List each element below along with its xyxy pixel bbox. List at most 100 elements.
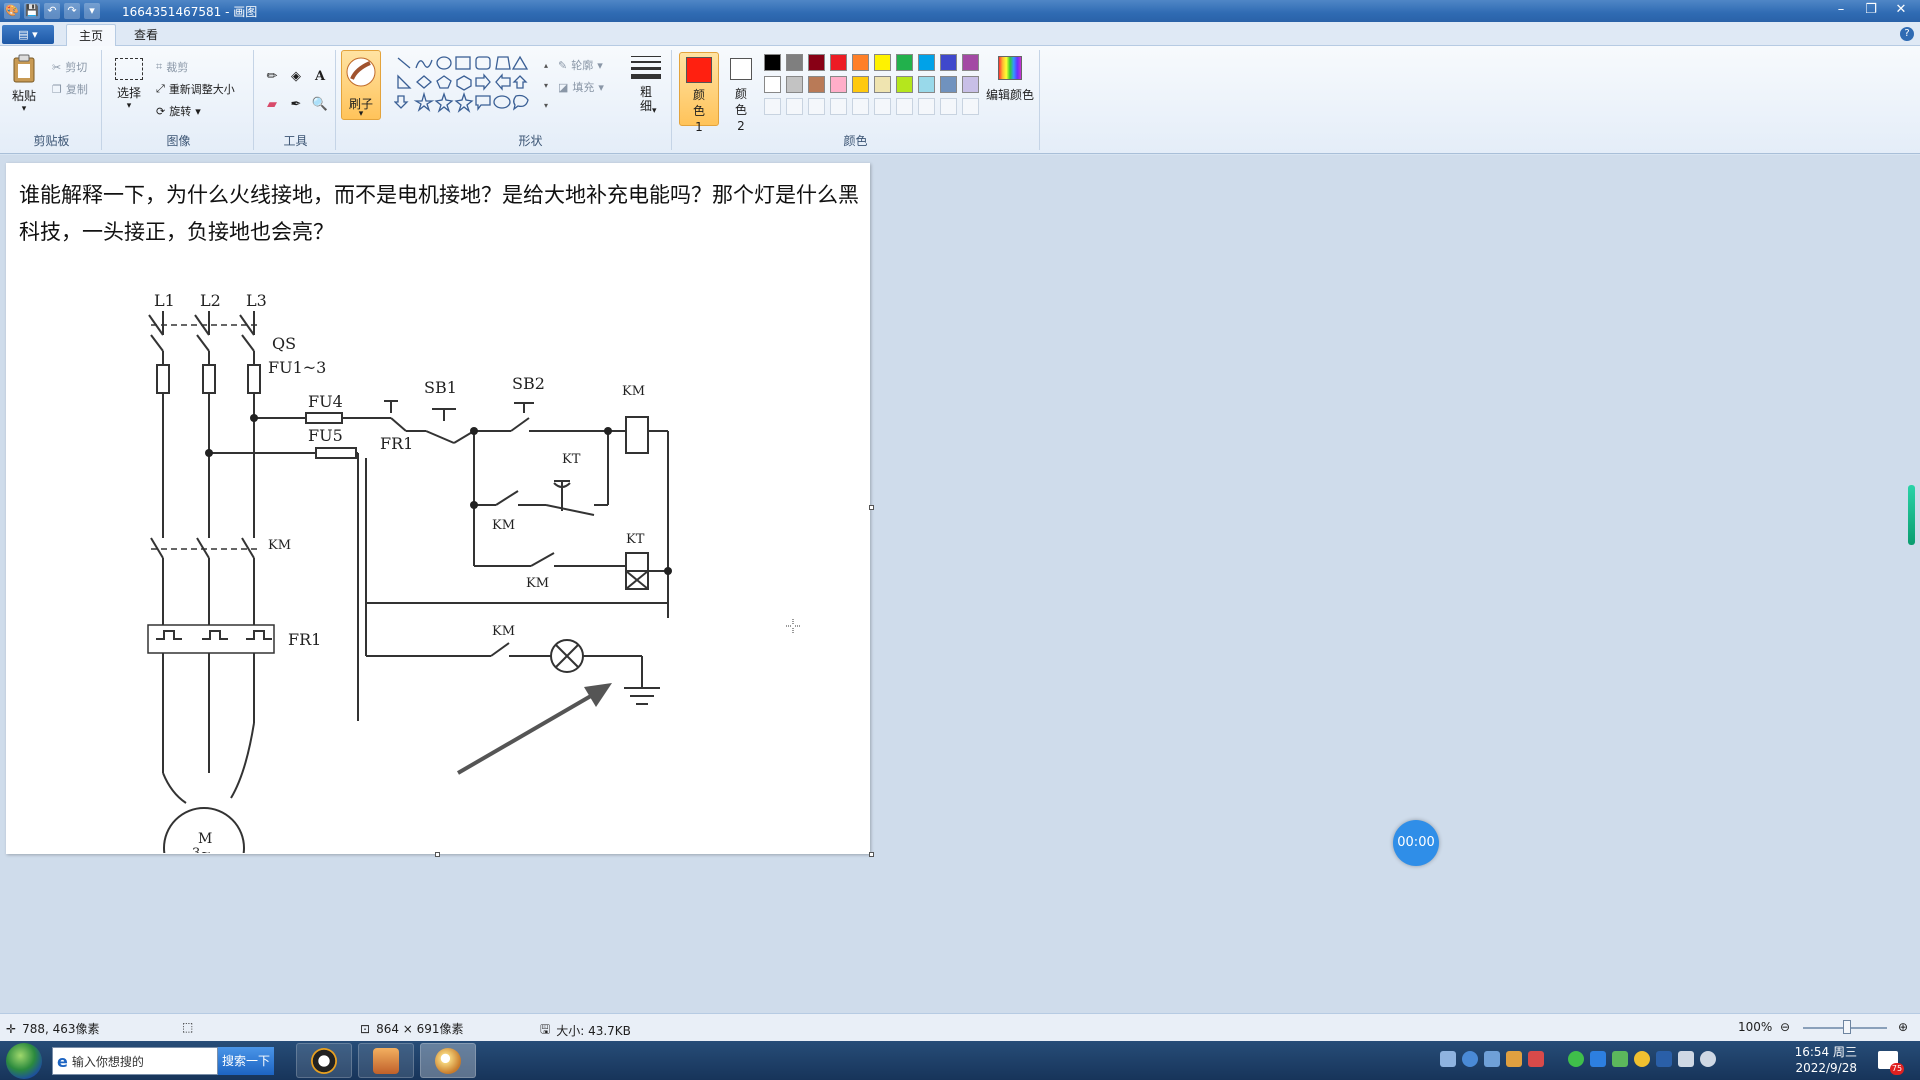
color2-button[interactable]: 颜色 2 xyxy=(723,52,759,133)
palette-swatch[interactable] xyxy=(852,98,869,115)
antivirus-icon[interactable] xyxy=(1656,1051,1672,1067)
tab-home[interactable]: 主页 xyxy=(66,24,117,46)
paste-button[interactable]: 粘贴 ▾ xyxy=(8,54,40,124)
shapes-gallery[interactable]: ▴ ▾ ▾ xyxy=(394,54,554,118)
palette-swatch[interactable] xyxy=(786,76,803,93)
text-tool-icon[interactable]: A xyxy=(310,66,330,86)
app-menu-button[interactable]: ▤ ▾ xyxy=(2,25,54,44)
palette-swatch[interactable] xyxy=(874,76,891,93)
palette-swatch[interactable] xyxy=(830,98,847,115)
recording-timer[interactable]: 00:00 xyxy=(1393,820,1439,866)
shapes-group-label: 形状 xyxy=(518,134,543,148)
brush-button[interactable]: 刷子 ▾ xyxy=(341,50,381,120)
palette-swatch[interactable] xyxy=(874,54,891,71)
rotate-button[interactable]: ⟳ 旋转 ▾ xyxy=(156,102,201,120)
palette-swatch[interactable] xyxy=(896,98,913,115)
palette-swatch[interactable] xyxy=(918,54,935,71)
resize-handle-bottom[interactable] xyxy=(435,852,440,857)
taskbar-app-qq[interactable] xyxy=(296,1043,352,1078)
display-icon[interactable] xyxy=(1678,1051,1694,1067)
minimize-button[interactable]: – xyxy=(1826,1,1856,19)
wechat-icon[interactable] xyxy=(1568,1051,1584,1067)
taskbar-app-game[interactable] xyxy=(358,1043,414,1078)
edit-colors-button[interactable]: 编辑颜色 xyxy=(982,56,1038,103)
palette-swatch[interactable] xyxy=(962,76,979,93)
outline-button[interactable]: ✎ 轮廓 ▾ xyxy=(558,56,603,74)
zoom-slider-thumb[interactable] xyxy=(1843,1020,1851,1034)
customize-chevron-icon[interactable]: ▾ xyxy=(84,3,100,19)
zoom-in-button[interactable]: ⊕ xyxy=(1898,1020,1908,1034)
clock[interactable]: 16:54 周三 2022/9/28 xyxy=(1775,1044,1857,1076)
shield-icon[interactable] xyxy=(1528,1051,1544,1067)
palette-swatch[interactable] xyxy=(808,54,825,71)
palette-swatch[interactable] xyxy=(874,98,891,115)
size-button[interactable]: 粗细 ▾ xyxy=(626,54,666,130)
palette-swatch[interactable] xyxy=(918,76,935,93)
fill-button[interactable]: ◪ 填充 ▾ xyxy=(558,78,604,96)
palette-swatch[interactable] xyxy=(896,54,913,71)
undo-icon[interactable]: ↶ xyxy=(44,3,60,19)
palette-swatch[interactable] xyxy=(808,76,825,93)
drawing-canvas[interactable]: 谁能解释一下，为什么火线接地，而不是电机接地？是给大地补充电能吗？那个灯是什么黑… xyxy=(6,163,870,854)
question-text: 谁能解释一下，为什么火线接地，而不是电机接地？是给大地补充电能吗？那个灯是什么黑… xyxy=(19,183,859,244)
select-button[interactable]: 选择 ▾ xyxy=(112,58,146,128)
palette-swatch[interactable] xyxy=(962,54,979,71)
palette-swatch[interactable] xyxy=(918,98,935,115)
color-picker-icon[interactable]: ✒ xyxy=(286,94,306,114)
keyboard-icon[interactable] xyxy=(1440,1051,1456,1067)
palette-swatch[interactable] xyxy=(764,54,781,71)
palette-swatch[interactable] xyxy=(808,98,825,115)
crop-button[interactable]: ⌗ 裁剪 xyxy=(156,58,188,76)
color1-button[interactable]: 颜色 1 xyxy=(679,52,719,134)
input-method-icon[interactable] xyxy=(1612,1051,1628,1067)
volume-icon[interactable] xyxy=(1700,1051,1716,1067)
help-tray-icon[interactable] xyxy=(1462,1051,1478,1067)
palette-swatch[interactable] xyxy=(852,54,869,71)
magnifier-icon[interactable]: 🔍 xyxy=(310,94,330,114)
palette-swatch[interactable] xyxy=(940,54,957,71)
palette-swatch[interactable] xyxy=(940,98,957,115)
resize-handle-right[interactable] xyxy=(869,505,874,510)
palette-swatch[interactable] xyxy=(962,98,979,115)
paint-app-icon[interactable]: 🎨 xyxy=(4,3,20,19)
eraser-icon[interactable]: ▰ xyxy=(262,94,282,114)
fill-bucket-icon[interactable]: ◈ xyxy=(286,66,306,86)
search-input[interactable]: e 输入你想搜的 xyxy=(52,1047,218,1075)
palette-swatch[interactable] xyxy=(764,98,781,115)
canvas-workspace[interactable]: 谁能解释一下，为什么火线接地，而不是电机接地？是给大地补充电能吗？那个灯是什么黑… xyxy=(0,155,1920,1013)
restore-button[interactable]: ❐ xyxy=(1856,1,1886,19)
app-tray-icon[interactable] xyxy=(1506,1051,1522,1067)
network-icon[interactable] xyxy=(1484,1051,1500,1067)
palette-swatch[interactable] xyxy=(786,98,803,115)
resize-button[interactable]: ⤢ 重新调整大小 xyxy=(156,80,235,98)
sync-icon[interactable] xyxy=(1634,1051,1650,1067)
resize-icon: ⤢ xyxy=(156,82,165,95)
side-scroll-indicator[interactable] xyxy=(1908,485,1915,545)
tab-view[interactable]: 查看 xyxy=(122,24,170,46)
resize-handle-corner[interactable] xyxy=(869,852,874,857)
pencil-icon[interactable]: ✏ xyxy=(262,66,282,86)
zoom-out-button[interactable]: ⊖ xyxy=(1780,1020,1790,1034)
palette-swatch[interactable] xyxy=(764,76,781,93)
cursor-position: 788, 463像素 xyxy=(22,1022,100,1036)
palette-swatch[interactable] xyxy=(940,76,957,93)
palette-swatch[interactable] xyxy=(830,54,847,71)
taskbar-app-paint[interactable] xyxy=(420,1043,476,1078)
cut-button[interactable]: ✂ 剪切 xyxy=(52,58,87,76)
copy-button[interactable]: ❐ 复制 xyxy=(52,80,88,98)
save-icon[interactable]: 💾 xyxy=(24,3,40,19)
palette-swatch[interactable] xyxy=(852,76,869,93)
palette-swatch[interactable] xyxy=(830,76,847,93)
close-button[interactable]: ✕ xyxy=(1886,1,1916,19)
ie-icon: e xyxy=(57,1051,68,1071)
search-button[interactable]: 搜索一下 xyxy=(218,1047,274,1075)
palette-swatch[interactable] xyxy=(896,76,913,93)
label-motor: M xyxy=(198,831,212,847)
help-icon[interactable]: ? xyxy=(1900,27,1914,41)
redo-icon[interactable]: ↷ xyxy=(64,3,80,19)
security-icon[interactable] xyxy=(1590,1051,1606,1067)
start-button[interactable] xyxy=(6,1043,42,1079)
system-tray xyxy=(1440,1051,1716,1067)
label-l1: L1 xyxy=(154,291,175,310)
palette-swatch[interactable] xyxy=(786,54,803,71)
